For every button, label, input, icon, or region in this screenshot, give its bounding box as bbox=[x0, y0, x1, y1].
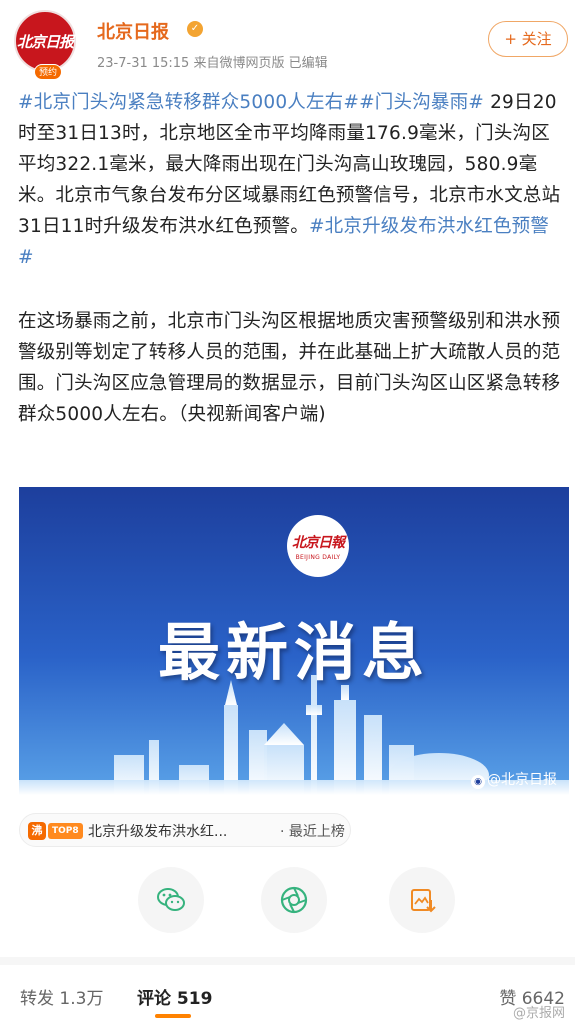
interaction-bar: 转发 1.3万 评论 519 赞 6642 @京报网 bbox=[0, 970, 575, 1024]
weibo-logo-icon: ◉ bbox=[471, 775, 485, 789]
trend-title: 北京升级发布洪水红... bbox=[88, 824, 228, 840]
moments-icon bbox=[280, 886, 308, 914]
wechat-icon bbox=[157, 888, 185, 911]
image-watermark: ◉ @北京日报 bbox=[471, 769, 557, 789]
post-body: #北京门头沟紧急转移群众5000人左右##门头沟暴雨# 29日20时至31日13… bbox=[18, 87, 563, 430]
share-moments-button[interactable] bbox=[261, 867, 327, 933]
follow-button[interactable]: + 关注 bbox=[488, 21, 568, 57]
section-divider bbox=[0, 957, 575, 965]
avatar[interactable]: 北京日报 预约 bbox=[14, 10, 76, 80]
author-name[interactable]: 北京日报 bbox=[97, 18, 169, 44]
beijing-daily-logo: 北京日報 BEIJING DAILY bbox=[287, 515, 349, 577]
post-header: 北京日报 预约 北京日报 ✓ 23-7-31 15:15 来自微博网页版 已编辑… bbox=[0, 0, 575, 80]
save-image-icon bbox=[411, 889, 436, 913]
tab-comment[interactable]: 评论 519 bbox=[137, 984, 212, 1009]
logo-chinese-text: 北京日報 bbox=[292, 534, 345, 551]
post-image[interactable]: 北京日報 BEIJING DAILY 最新消息 ◉ @北京日报 bbox=[19, 487, 569, 795]
tab-repost[interactable]: 转发 1.3万 bbox=[20, 984, 103, 1009]
avatar-badge: 预约 bbox=[34, 64, 62, 80]
save-image-button[interactable] bbox=[389, 867, 455, 933]
post-paragraph-2: 在这场暴雨之前，北京市门头沟区根据地质灾害预警级别和洪水预警级别等划定了转移人员… bbox=[18, 311, 561, 425]
post-paragraph-1: #北京门头沟紧急转移群众5000人左右##门头沟暴雨# 29日20时至31日13… bbox=[18, 87, 563, 273]
avatar-circle: 北京日报 bbox=[14, 10, 76, 72]
avatar-logo-text: 北京日报 bbox=[16, 32, 74, 51]
verified-gold-icon: ✓ bbox=[187, 21, 203, 37]
topic-tag-evacuation[interactable]: #北京门头沟紧急转移群众5000人左右# bbox=[18, 92, 359, 113]
trend-rank-badge: TOP8 bbox=[48, 823, 83, 839]
logo-english-text: BEIJING DAILY bbox=[295, 553, 341, 561]
topic-tag-rainstorm[interactable]: #门头沟暴雨# bbox=[359, 92, 484, 113]
trend-status: · 最近上榜 bbox=[280, 824, 345, 840]
active-tab-indicator bbox=[155, 1014, 191, 1018]
hot-boil-icon: 沸 bbox=[28, 822, 46, 840]
watermark-text: @北京日报 bbox=[487, 772, 557, 788]
share-wechat-button[interactable] bbox=[138, 867, 204, 933]
post-meta: 23-7-31 15:15 来自微博网页版 已编辑 bbox=[97, 56, 328, 71]
trending-topic-pill[interactable]: 沸 TOP8 北京升级发布洪水红... · 最近上榜 bbox=[19, 813, 351, 847]
corner-watermark: @京报网 bbox=[512, 1006, 565, 1021]
